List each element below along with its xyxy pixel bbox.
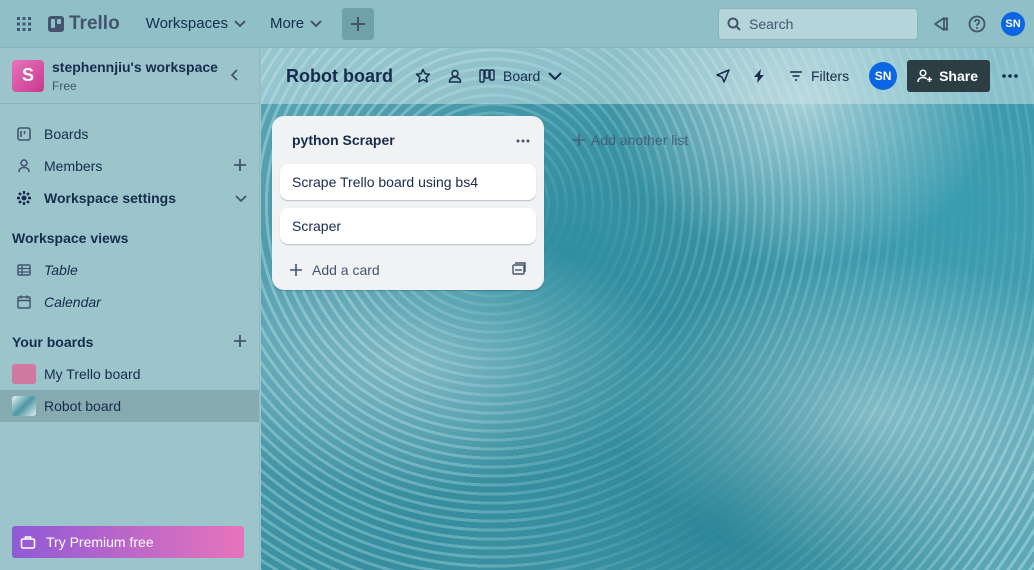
people-icon	[448, 69, 462, 83]
gear-icon	[17, 191, 31, 205]
account-button[interactable]: SN	[998, 8, 1028, 40]
collapse-sidebar-button[interactable]	[230, 68, 239, 86]
workspace-name: stephennjiu's workspace	[52, 58, 218, 75]
card[interactable]: Scraper	[280, 208, 536, 244]
board-header: Robot board Board Filters SN Share	[261, 48, 1034, 104]
board-canvas: Robot board Board Filters SN Share pytho…	[261, 48, 1034, 570]
board-view-icon	[479, 69, 495, 83]
board-member-avatar[interactable]: SN	[869, 62, 898, 90]
sidebar-item-label: Calendar	[44, 294, 101, 310]
add-list-button[interactable]: Add another list	[573, 132, 688, 148]
sidebar-item-calendar[interactable]: Calendar	[0, 286, 259, 318]
chevron-down-icon	[548, 71, 563, 80]
sidebar-board-robot-board[interactable]: Robot board	[0, 390, 259, 422]
add-card-button[interactable]: Add a card	[272, 252, 544, 288]
add-list-label: Add another list	[591, 132, 689, 148]
automation-button[interactable]	[743, 60, 775, 92]
help-button[interactable]	[962, 8, 992, 40]
card-template-icon[interactable]	[512, 262, 526, 279]
help-icon	[968, 15, 986, 33]
add-board-icon[interactable]	[233, 334, 247, 351]
add-person-icon	[917, 69, 933, 83]
workspaces-label: Workspaces	[145, 15, 228, 32]
megaphone-icon	[934, 17, 948, 31]
person-icon	[18, 159, 30, 173]
logo-text: Trello	[69, 12, 120, 34]
board-thumbnail	[12, 396, 36, 416]
try-premium-button[interactable]: Try Premium free	[12, 526, 244, 558]
board-thumbnail	[12, 364, 36, 384]
more-label: More	[269, 15, 305, 32]
search-icon	[727, 17, 741, 31]
lightning-icon	[753, 69, 764, 83]
board-label: Robot board	[44, 398, 122, 414]
sidebar-item-table[interactable]: Table	[0, 254, 259, 286]
sidebar: S stephennjiu's workspace Free Boards Me…	[0, 48, 260, 570]
add-card-label: Add a card	[312, 262, 380, 278]
your-boards-heading: Your boards	[0, 326, 259, 358]
sidebar-item-boards[interactable]: Boards	[0, 118, 259, 150]
sidebar-item-label: Table	[44, 262, 78, 278]
star-button[interactable]	[407, 60, 439, 92]
filters-button[interactable]: Filters	[779, 68, 859, 84]
chevron-down-icon[interactable]	[235, 190, 247, 206]
sidebar-board-my-trello-board[interactable]: My Trello board	[0, 358, 259, 390]
notifications-button[interactable]	[926, 8, 956, 40]
more-menu[interactable]: More	[260, 9, 332, 38]
trello-logo[interactable]: Trello	[48, 13, 120, 35]
visibility-button[interactable]	[439, 60, 471, 92]
trello-logo-icon	[48, 15, 64, 32]
table-icon	[17, 264, 31, 276]
chevron-left-icon	[230, 69, 238, 81]
share-button[interactable]: Share	[907, 60, 990, 92]
workspace-views-heading: Workspace views	[12, 230, 129, 246]
star-icon	[415, 68, 431, 83]
sidebar-item-members[interactable]: Members	[0, 150, 259, 182]
sidebar-item-workspace-settings[interactable]: Workspace settings	[0, 182, 259, 214]
workspaces-menu[interactable]: Workspaces	[136, 9, 256, 38]
app-switcher-icon[interactable]	[8, 8, 40, 40]
workspace-avatar: S	[12, 59, 44, 92]
chevron-down-icon	[234, 19, 246, 27]
power-ups-button[interactable]	[707, 60, 739, 92]
workspace-header: S stephennjiu's workspace Free	[0, 48, 259, 104]
calendar-icon	[17, 295, 31, 309]
board-title[interactable]: Robot board	[286, 66, 393, 87]
chevron-down-icon	[310, 19, 322, 27]
share-label: Share	[939, 68, 978, 84]
sidebar-item-label: Boards	[44, 126, 89, 142]
filters-label: Filters	[810, 68, 850, 84]
premium-label: Try Premium free	[46, 534, 154, 550]
filter-icon	[789, 71, 802, 81]
create-button[interactable]	[342, 7, 375, 40]
more-horizontal-icon[interactable]	[516, 130, 530, 146]
add-member-icon[interactable]	[233, 158, 247, 175]
card[interactable]: Scrape Trello board using bs4	[280, 164, 536, 200]
list-header[interactable]: python Scraper	[272, 116, 544, 164]
workspace-plan: Free	[52, 78, 77, 93]
more-horizontal-icon	[1002, 74, 1018, 78]
sidebar-item-label: Members	[44, 158, 103, 174]
view-switcher[interactable]: Board	[473, 68, 568, 84]
plus-icon	[351, 16, 366, 31]
board-menu-button[interactable]	[994, 60, 1026, 92]
briefcase-icon	[20, 536, 36, 549]
plus-icon	[573, 134, 585, 146]
top-navigation: Trello Workspaces More SN	[0, 0, 1034, 48]
view-label: Board	[502, 68, 541, 84]
board-label: My Trello board	[44, 366, 141, 382]
boards-icon	[17, 127, 31, 141]
your-boards-label: Your boards	[12, 334, 94, 350]
plus-icon	[290, 264, 302, 276]
sidebar-item-label: Workspace settings	[44, 190, 177, 206]
list-column: python Scraper Scrape Trello board using…	[272, 116, 544, 290]
search-input[interactable]	[749, 16, 899, 32]
avatar: SN	[1001, 12, 1025, 36]
search-box[interactable]	[718, 8, 918, 40]
rocket-icon	[716, 69, 730, 83]
list-title[interactable]: python Scraper	[292, 132, 395, 148]
